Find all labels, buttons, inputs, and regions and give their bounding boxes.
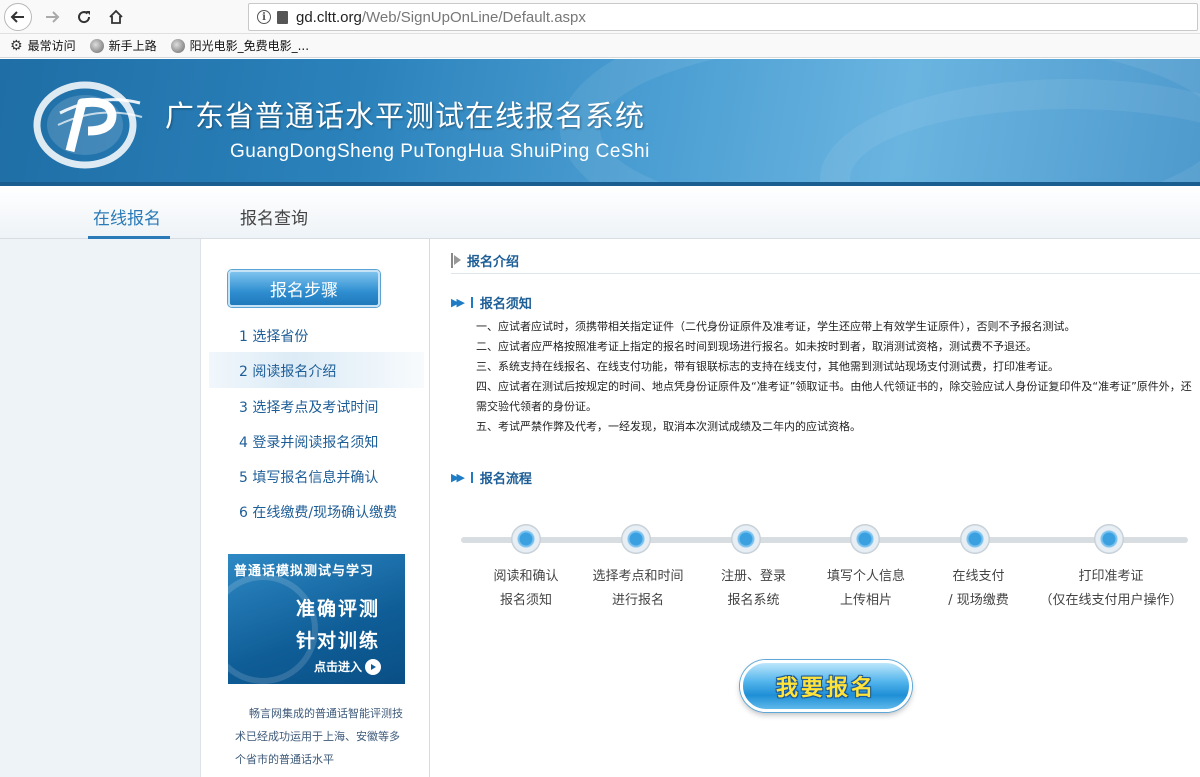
notice-list: 一、应试者应试时，须携带相关指定证件（二代身份证原件及准考证，学生还应带上有效学… [476, 317, 1196, 437]
forward-button[interactable] [38, 3, 66, 31]
notice-item: 二、应试者应严格按照准考证上指定的报名时间到现场进行报名。如未按时到者，取消测试… [476, 340, 1037, 353]
bar-icon [470, 472, 473, 483]
arrow-right-icon [46, 11, 60, 23]
flow-step-dot [1094, 524, 1124, 554]
globe-icon [89, 38, 104, 53]
steps-title-button[interactable]: 报名步骤 [228, 270, 380, 307]
divider [451, 273, 1200, 274]
signup-button[interactable]: 我要报名 [740, 660, 912, 712]
url-host: gd.cltt.org [296, 8, 362, 26]
section-header: 报名介绍 [451, 251, 519, 270]
home-button[interactable] [102, 3, 130, 31]
notice-item: 三、系统支持在线报名、在线支付功能，带有银联标志的支持在线支付，其他需到测试站现… [476, 360, 1059, 373]
gear-icon: ⚙ [10, 37, 23, 54]
flow-step-dot [731, 524, 761, 554]
site-logo [33, 81, 143, 169]
globe-icon [170, 38, 185, 53]
flow-step-label: 注册、登录 报名系统 [720, 569, 786, 608]
flow-step-label: 阅读和确认 报名须知 [493, 569, 559, 608]
flow-step-dot [511, 524, 541, 554]
main-nav: 在线报名 报名查询 [0, 186, 1200, 239]
arrow-left-icon [10, 11, 24, 23]
sidebar-step-6[interactable]: 6 在线缴费/现场确认缴费 [239, 502, 397, 522]
sidebar-step-1[interactable]: 1 选择省份 [239, 326, 308, 346]
bookmark-label: 阳光电影_免费电影_... [189, 39, 310, 53]
play-icon [365, 658, 382, 675]
address-bar[interactable]: i gd.cltt.org /Web/SignUpOnLine/Default.… [248, 3, 1198, 31]
reload-icon [78, 11, 91, 24]
left-gutter [0, 239, 200, 777]
sidebar-step-5[interactable]: 5 填写报名信息并确认 [239, 467, 378, 487]
flow-title: 报名流程 [479, 472, 532, 487]
flow-step-dot [850, 524, 880, 554]
tab-online-signup[interactable]: 在线报名 [93, 204, 161, 229]
ad-enter-label: 点击进入 [314, 660, 363, 674]
flow-step-dot [621, 524, 651, 554]
notice-heading: ▶▶ 报名须知 [451, 293, 532, 312]
site-subtitle: GuangDongSheng PuTongHua ShuiPing CeShi [230, 141, 650, 162]
flow-step-label: 填写个人信息 上传相片 [826, 569, 905, 608]
practice-ad-banner[interactable]: 普通话模拟测试与学习 准确评测 针对训练 点击进入 [228, 554, 405, 684]
bookmark-most-visited[interactable]: ⚙ 最常访问 [10, 37, 76, 54]
notice-title: 报名须知 [479, 297, 532, 312]
flow-step-label: 选择考点和时间 进行报名 [592, 569, 684, 608]
site-banner: 广东省普通话水平测试在线报名系统 GuangDongSheng PuTongHu… [0, 59, 1200, 186]
ad-enter-link[interactable]: 点击进入 [314, 658, 382, 675]
ad-line-1: 准确评测 [296, 598, 381, 620]
bookmark-label: 最常访问 [27, 39, 76, 53]
bar-icon [470, 297, 473, 308]
flow-step-label: 打印准考证 （仅在线支付用户操作） [1039, 569, 1183, 608]
url-path: /Web/SignUpOnLine/Default.aspx [361, 8, 586, 26]
browser-toolbar: i gd.cltt.org /Web/SignUpOnLine/Default.… [0, 0, 1200, 34]
bookmark-label: 新手上路 [108, 39, 157, 53]
notice-item: 一、应试者应试时，须携带相关指定证件（二代身份证原件及准考证，学生还应带上有效学… [476, 320, 1076, 333]
tab-signup-query[interactable]: 报名查询 [240, 204, 308, 229]
home-icon [109, 9, 123, 24]
flow-track [461, 537, 1188, 543]
main-content: 报名介绍 ▶▶ 报名须知 一、应试者应试时，须携带相关指定证件（二代身份证原件及… [431, 239, 1200, 777]
ad-heading: 普通话模拟测试与学习 [234, 564, 375, 579]
section-title: 报名介绍 [467, 255, 520, 270]
page-icon [277, 10, 288, 24]
notice-item: 五、考试严禁作弊及代考，一经发现，取消本次测试成绩及二年内的应试资格。 [476, 420, 861, 433]
sidebar-step-3[interactable]: 3 选择考点及考试时间 [239, 397, 378, 417]
flow-step-label: 在线支付 / 现场缴费 [948, 569, 1009, 608]
ad-line-2: 针对训练 [296, 630, 381, 652]
flow-step-dot [960, 524, 990, 554]
reload-button[interactable] [70, 3, 98, 31]
double-arrow-icon: ▶▶ [451, 471, 465, 484]
site-title: 广东省普通话水平测试在线报名系统 [165, 99, 646, 133]
sidebar: 报名步骤 1 选择省份 2 阅读报名介绍 3 选择考点及考试时间 4 登录并阅读… [200, 239, 430, 777]
section-marker-icon [451, 253, 461, 268]
bookmarks-bar: ⚙ 最常访问 新手上路 阳光电影_免费电影_... [0, 34, 1200, 58]
notice-item: 四、应试者在测试后按规定的时间、地点凭身份证原件及“准考证”领取证书。由他人代领… [476, 380, 1192, 413]
double-arrow-icon: ▶▶ [451, 296, 465, 309]
flow-heading: ▶▶ 报名流程 [451, 468, 532, 487]
bookmark-movies[interactable]: 阳光电影_免费电影_... [170, 37, 310, 54]
sidebar-step-2[interactable]: 2 阅读报名介绍 [239, 361, 336, 381]
back-button[interactable] [4, 3, 32, 31]
info-icon[interactable]: i [257, 10, 271, 24]
sidebar-description: 畅言网集成的普通话智能评测技术已经成功运用于上海、安徽等多个省市的普通话水平 [235, 707, 403, 766]
bookmark-getting-started[interactable]: 新手上路 [89, 37, 157, 54]
sidebar-step-4[interactable]: 4 登录并阅读报名须知 [239, 432, 378, 452]
